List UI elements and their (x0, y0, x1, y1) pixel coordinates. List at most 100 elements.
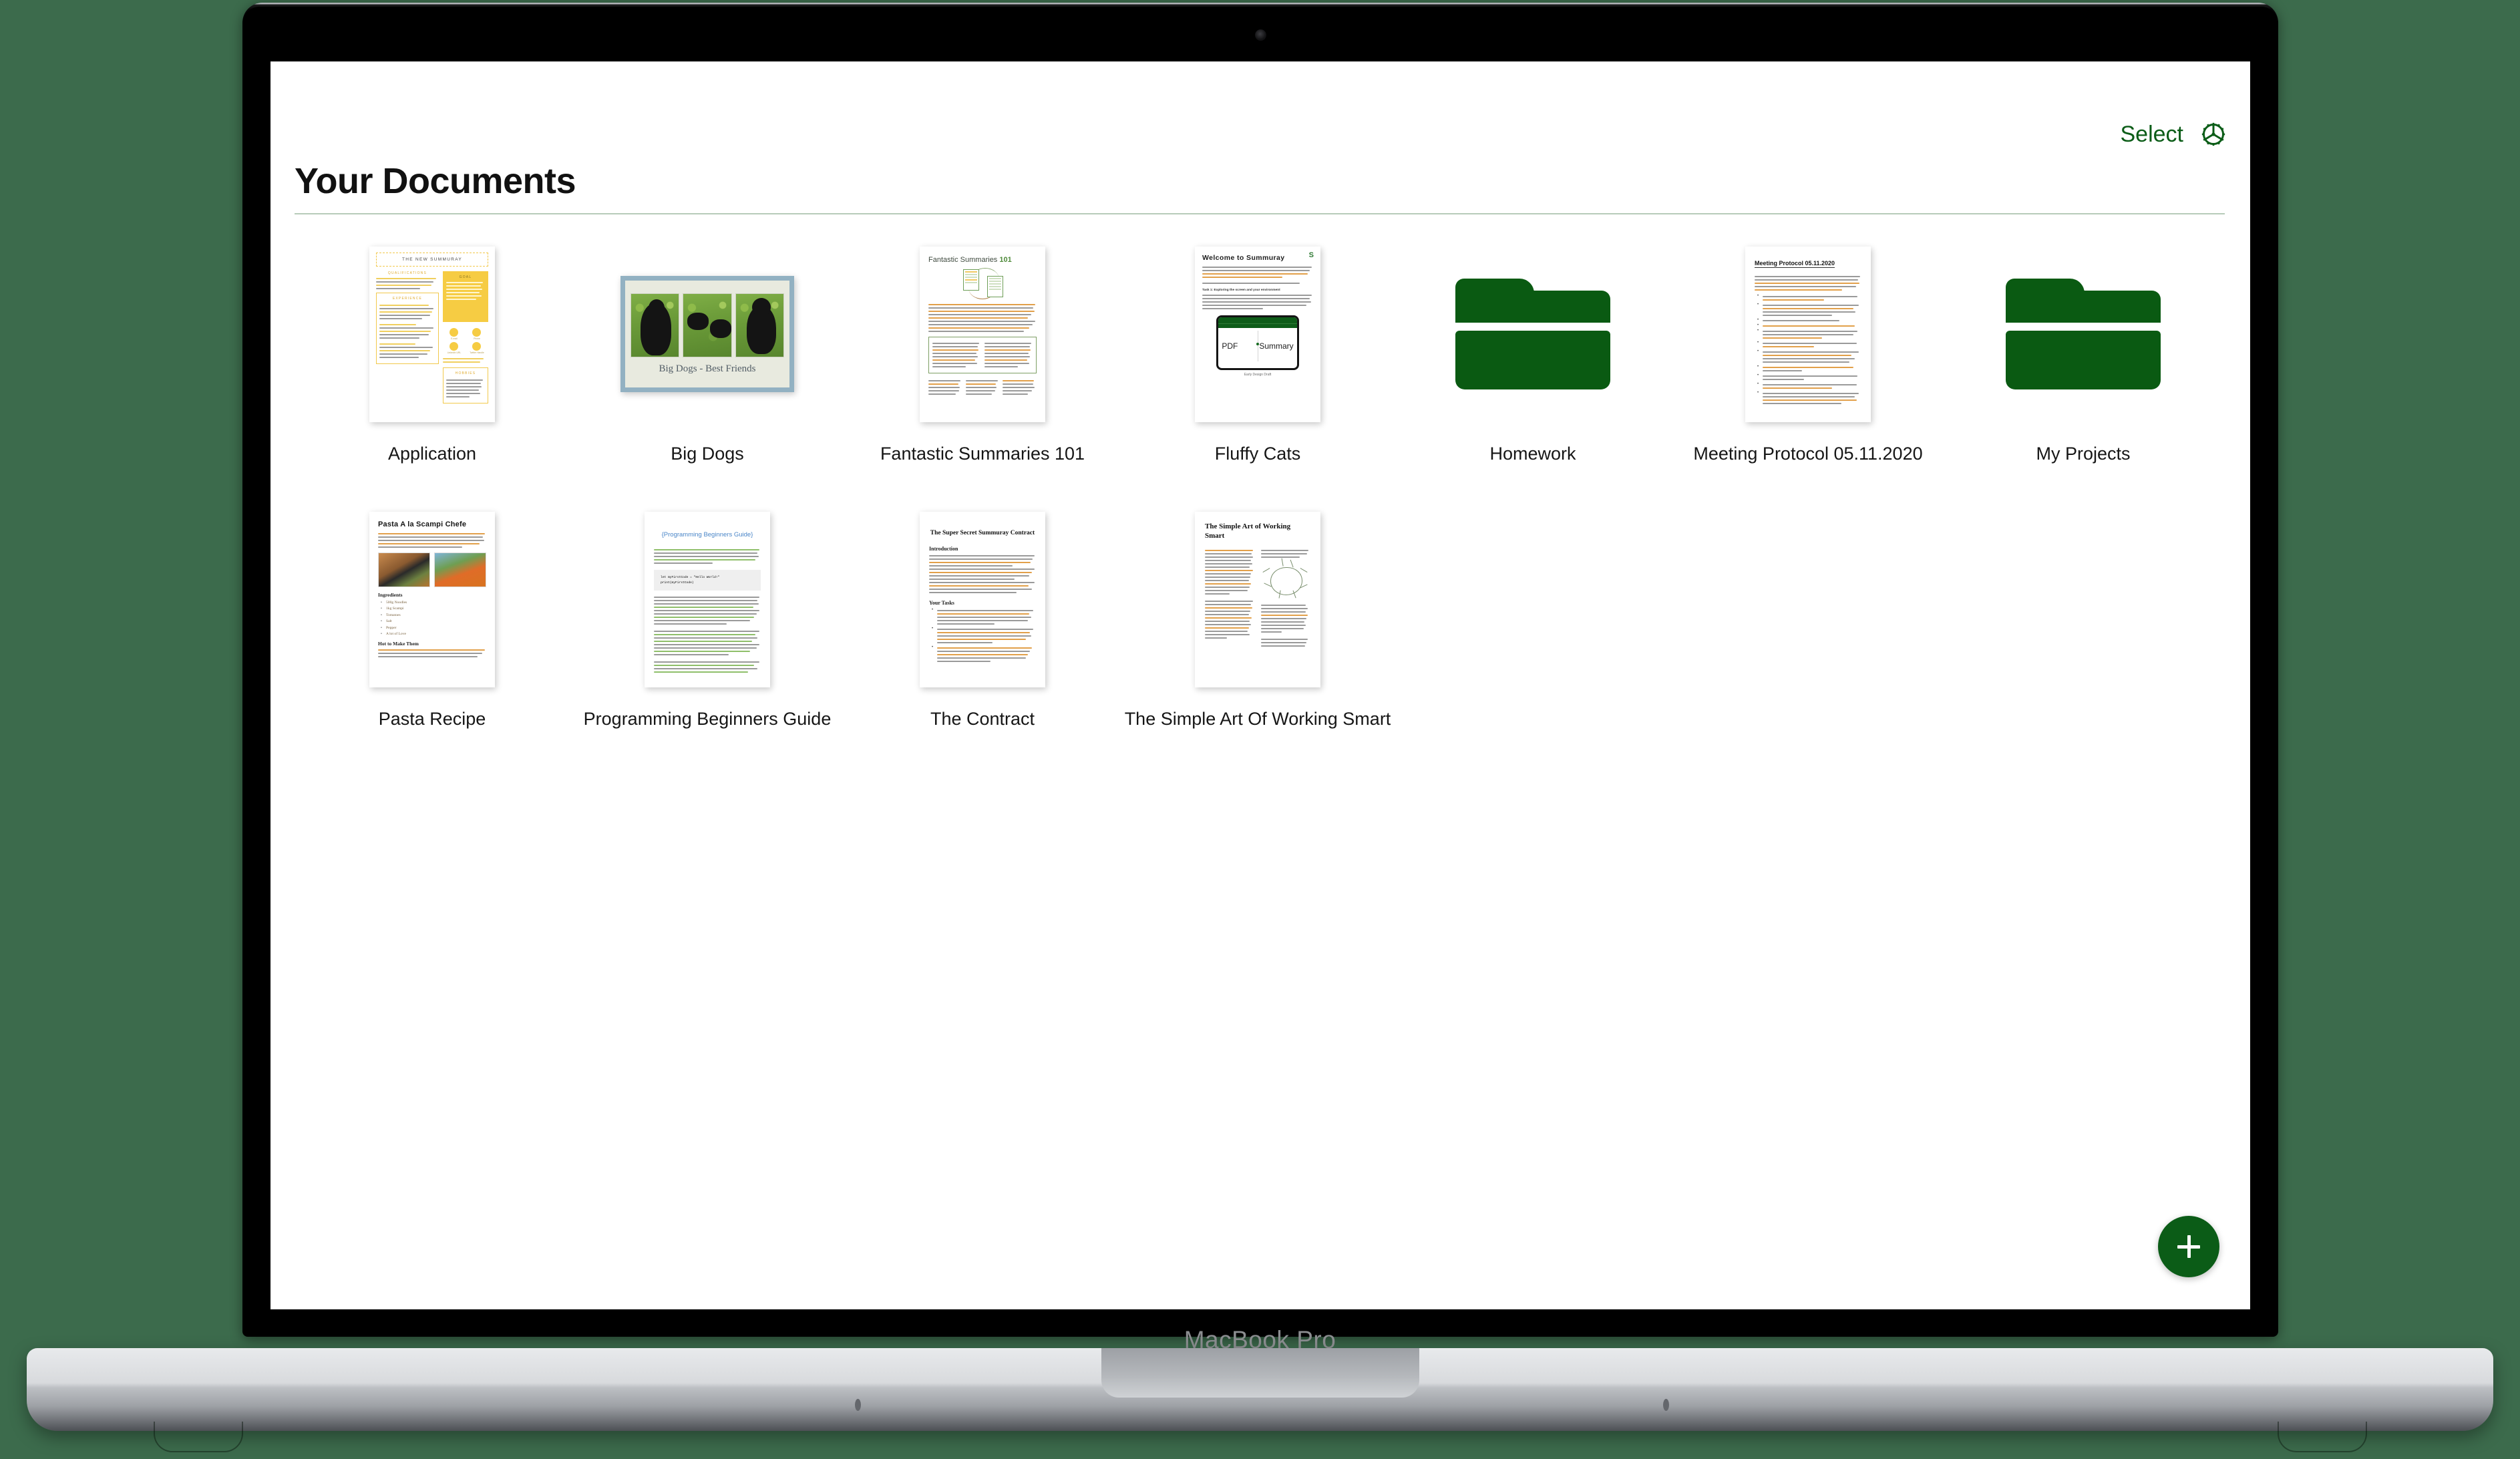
thumbnail-my-projects[interactable] (2006, 236, 2161, 432)
recipe-heading-method: Hot to Make Them (378, 641, 419, 647)
laptop-base-notch (1101, 1348, 1419, 1398)
thumbnail-meeting-protocol[interactable]: Meeting Protocol 05.11.2020 (1745, 236, 1871, 432)
contact-phone-icon (472, 327, 482, 337)
item-label: Fluffy Cats (1214, 444, 1301, 464)
grid-item-fluffy-cats[interactable]: S Welcome to Summuray Task 1: Exploring … (1120, 236, 1395, 464)
macbook-frame: Select Your Documents THE NEW SUMMURAY Q… (0, 0, 2520, 1459)
thumbnail-pasta-recipe[interactable]: Pasta A la Scampi Chefe Ingredients • 50… (369, 502, 495, 697)
grid-item-pasta-recipe[interactable]: Pasta A la Scampi Chefe Ingredients • 50… (295, 502, 570, 730)
code-line-2: print(myFirstCode) (661, 581, 694, 585)
code-guide-page-preview: {Programming Beginners Guide} let myFirs… (645, 511, 770, 687)
article-title-accent: 101 (999, 255, 1012, 264)
two-column-page-preview: The Simple Art of Working Smart (1195, 511, 1320, 687)
figure-caption: Early Design Draft (1244, 372, 1272, 377)
grid-item-working-smart[interactable]: The Simple Art of Working Smart The Simp… (1120, 502, 1395, 730)
grid-item-homework[interactable]: Homework (1395, 236, 1670, 464)
cv-page-preview: THE NEW SUMMURAY QUALIFICATIONS EXPERIEN… (369, 246, 495, 422)
header-actions: Select (2121, 120, 2228, 148)
contact-twitter-label: Twitter Handle (470, 351, 484, 354)
contact-twitter-icon (472, 341, 482, 351)
article-page-preview: Fantastic Summaries 101 (920, 246, 1045, 422)
item-label: My Projects (2036, 444, 2131, 464)
item-label: Homework (1489, 444, 1576, 464)
summuray-logo: S (1308, 251, 1314, 259)
laptop-foot-right (2278, 1422, 2367, 1452)
recipe-heading-ingredients: Ingredients (378, 591, 403, 598)
contact-linkedin-label: LinkedIn URL (447, 351, 462, 354)
app-header: Select (271, 61, 2250, 158)
grid-item-the-contract[interactable]: The Super Secret Summuray Contract Intro… (845, 502, 1120, 730)
collage-caption: Big Dogs - Best Friends (659, 363, 756, 374)
article-figure (928, 267, 1037, 299)
welcome-page-preview: S Welcome to Summuray Task 1: Exploring … (1195, 246, 1320, 422)
contract-heading-tasks: Your Tasks (929, 599, 954, 606)
welcome-task-heading: Task 1: Exploring the screen and your en… (1202, 288, 1280, 292)
grid-item-programming-guide[interactable]: {Programming Beginners Guide} let myFirs… (570, 502, 845, 730)
item-label: Application (387, 444, 477, 464)
dog-photo-1 (631, 293, 679, 357)
add-document-button[interactable] (2158, 1216, 2219, 1277)
grid-item-fantastic-summaries[interactable]: Fantastic Summaries 101 Fantastic Summar… (845, 236, 1120, 464)
documents-grid: THE NEW SUMMURAY QUALIFICATIONS EXPERIEN… (295, 236, 2226, 767)
item-label: The Contract (930, 709, 1035, 729)
cv-section-experience: EXPERIENCE (392, 296, 423, 301)
cv-section-goal: GOAL (459, 275, 472, 279)
contract-heading-introduction: Introduction (929, 545, 958, 552)
contract-task-item (932, 627, 1036, 643)
contact-email-icon (449, 327, 459, 337)
ingredient-item: Tomatoes (381, 613, 486, 617)
article-title-plain: Fantastic Summaries (928, 255, 1000, 264)
grid-item-meeting-protocol[interactable]: Meeting Protocol 05.11.2020 • • • • • • … (1670, 236, 1946, 464)
ingredient-item: Salt (381, 619, 486, 623)
gear-icon[interactable] (2199, 120, 2227, 148)
cv-section-qualifications: QUALIFICATIONS (387, 271, 427, 275)
item-label: Programming Beginners Guide (583, 709, 832, 729)
folder-icon (2006, 279, 2161, 389)
brain-diagram-icon (1261, 558, 1311, 601)
cv-title: THE NEW SUMMURAY (376, 252, 488, 267)
dog-photo-2 (682, 293, 733, 357)
app-screen: Select Your Documents THE NEW SUMMURAY Q… (271, 61, 2250, 1309)
dogs-collage-page: Big Dogs - Best Friends (625, 281, 789, 387)
grid-item-big-dogs[interactable]: Big Dogs - Best Friends Big Dogs (570, 236, 845, 464)
contact-linkedin-icon (449, 341, 459, 351)
article-title: Fantastic Summaries 101 (928, 256, 1037, 264)
thumbnail-fantastic-summaries[interactable]: Fantastic Summaries 101 (920, 236, 1045, 432)
dog-photo-3 (735, 293, 785, 357)
select-button[interactable]: Select (2121, 123, 2184, 146)
welcome-title: Welcome to Summuray (1202, 253, 1285, 262)
cv-section-hobbies: HOBBIES (455, 371, 476, 375)
thumbnail-programming-guide[interactable]: {Programming Beginners Guide} let myFirs… (645, 502, 770, 697)
ingredient-item: A lot of Love (381, 632, 486, 636)
recipe-photo-2 (434, 552, 486, 587)
thumbnail-the-contract[interactable]: The Super Secret Summuray Contract Intro… (920, 502, 1045, 697)
ingredient-item: Pepper (381, 626, 486, 630)
thumbnail-working-smart[interactable]: The Simple Art of Working Smart (1195, 502, 1320, 697)
item-label: Pasta Recipe (378, 709, 486, 729)
code-line-1: let myFirstCode = "Hello World!" (661, 575, 720, 579)
laptop-foot-left (154, 1422, 243, 1452)
item-label: Big Dogs (671, 444, 744, 464)
grid-item-application[interactable]: THE NEW SUMMURAY QUALIFICATIONS EXPERIEN… (295, 236, 570, 464)
ingredient-item: 1kg Scampi (381, 607, 486, 611)
thumbnail-homework[interactable] (1455, 236, 1610, 432)
ingredient-item: 500g Noodles (381, 601, 486, 605)
thumbnail-application[interactable]: THE NEW SUMMURAY QUALIFICATIONS EXPERIEN… (369, 236, 495, 432)
grid-item-my-projects[interactable]: My Projects (1946, 236, 2221, 464)
thumbnail-big-dogs[interactable]: Big Dogs - Best Friends (620, 236, 794, 432)
folder-icon (1455, 279, 1610, 389)
title-divider (295, 213, 2225, 214)
minutes-page-preview: Meeting Protocol 05.11.2020 (1745, 246, 1871, 422)
page-title: Your Documents (295, 161, 576, 201)
item-label: The Simple Art Of Working Smart (1124, 709, 1391, 729)
contract-title: The Super Secret Summuray Contract (930, 529, 1035, 536)
plus-icon (2177, 1245, 2200, 1249)
contract-task-item (932, 645, 1036, 662)
tablet-mockup: PDF Summary (1216, 315, 1299, 370)
thumbnail-fluffy-cats[interactable]: S Welcome to Summuray Task 1: Exploring … (1195, 236, 1320, 432)
guide-title: {Programming Beginners Guide} (661, 530, 753, 538)
working-smart-title: The Simple Art of Working Smart (1205, 522, 1291, 540)
item-label: Meeting Protocol 05.11.2020 (1693, 444, 1923, 464)
selection-border: Big Dogs - Best Friends (620, 276, 794, 392)
base-vent-dot (855, 1399, 861, 1411)
